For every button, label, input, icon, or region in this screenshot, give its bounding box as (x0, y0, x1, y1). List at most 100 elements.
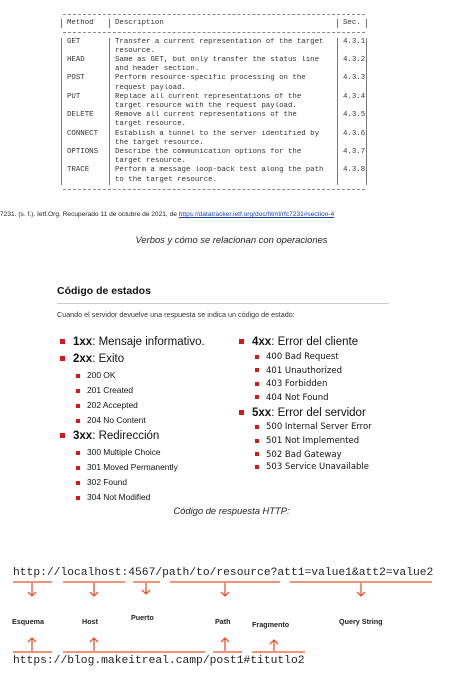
status-group-code: 3xx (73, 430, 93, 442)
status-group-label: : Mensaje informativo. (92, 336, 205, 348)
cell-sec: 4.3.7 (337, 148, 367, 158)
status-code-item: 501 Not Implemented (239, 435, 406, 449)
cell-sec (337, 157, 367, 167)
status-code-text: 301 Moved Permanently (87, 462, 178, 472)
cell-description: Transfer a current representation of the… (109, 37, 337, 47)
cell-method: DELETE (61, 111, 109, 121)
table-border-top (61, 10, 367, 19)
cell-method: POST (61, 74, 109, 84)
status-code-item: 502 Bad Gateway (239, 449, 406, 463)
slide-divider (57, 303, 389, 304)
arrow-scheme-up (27, 637, 37, 651)
status-group-label: : Error del servidor (271, 407, 366, 419)
table-row: target resource. (61, 157, 367, 167)
status-code-text: 304 Not Modified (87, 492, 151, 502)
slide-subtitle: Cuando el servidor devuelve una respuest… (57, 310, 295, 319)
label-scheme: Esquema (12, 617, 44, 626)
status-group: 5xx: Error del servidor (239, 405, 406, 422)
cell-method (61, 102, 109, 112)
arrow-path-up (220, 637, 230, 651)
cell-sec (337, 175, 367, 185)
cell-method (61, 83, 109, 93)
status-code-text: 502 Bad Gateway (266, 449, 342, 460)
cell-method: CONNECT (61, 129, 109, 139)
cell-method (61, 65, 109, 75)
slide-title: Código de estados (57, 285, 151, 297)
status-code-item: 304 Not Modified (60, 490, 205, 505)
bullet-square-icon (76, 480, 80, 485)
status-group: 1xx: Mensaje informativo. (60, 334, 205, 351)
cell-method: OPTIONS (61, 148, 109, 158)
status-code-text: 500 Internal Server Error (266, 422, 372, 432)
http-methods-table: Method Description Sec. GET Transfer a cu… (61, 10, 367, 194)
cell-method: PUT (61, 92, 109, 102)
table-header-row: Method Description Sec. (61, 19, 367, 29)
bullet-square-icon (255, 452, 259, 456)
status-code-item: 404 Not Found (239, 392, 406, 406)
cell-description: Replace all current representations of t… (109, 92, 337, 102)
table-row: and header section. (61, 65, 367, 75)
cell-method (61, 175, 109, 185)
bullet-square-icon (239, 410, 244, 416)
status-code-item: 400 Bad Request (239, 351, 406, 365)
status-code-item: 302 Found (60, 475, 205, 490)
table-row: POST Perform resource-specific processing… (61, 74, 367, 84)
status-code-item: 500 Internal Server Error (239, 422, 406, 432)
table-row: HEAD Same as GET, but only transfer the s… (61, 55, 367, 66)
status-code-item: 200 OK (60, 368, 205, 383)
cell-sec (337, 65, 367, 75)
status-code-text: 403 Forbidden (266, 379, 328, 389)
url-example-bottom: https://blog.makeitreal.camp/post1#titut… (13, 655, 305, 667)
cell-description: target resource. (109, 157, 337, 167)
cell-method (61, 138, 109, 149)
table-row: DELETE Remove all current representations… (61, 111, 367, 121)
cell-description: Perform resource-specific processing on … (109, 74, 337, 84)
bullet-square-icon (239, 339, 244, 345)
bullet-square-icon (255, 464, 259, 469)
status-code-text: 404 Not Found (266, 392, 329, 403)
table-row: PUT Replace all current representations o… (61, 92, 367, 102)
arrow-fragment-up (269, 639, 279, 651)
cell-sec: 4.3.8 (337, 166, 367, 176)
bullet-square-icon (76, 373, 80, 378)
caption-methods: Verbos y cómo se relacionan con operacio… (135, 234, 328, 245)
cell-method (61, 120, 109, 130)
table-row: CONNECT Establish a tunnel to the server … (61, 129, 367, 139)
label-host: Host (82, 617, 98, 626)
status-code-text: 300 Multiple Choice (87, 447, 161, 457)
cell-sec (337, 120, 367, 130)
status-code-item: 204 No Content (60, 413, 205, 428)
citation-link[interactable]: https://datatracker.ietf.org/doc/html/rf… (179, 211, 334, 218)
status-group-code: 1xx (73, 336, 93, 348)
status-code-item: 202 Accepted (60, 398, 205, 413)
cell-method: GET (61, 37, 109, 47)
status-code-item: 301 Moved Permanently (60, 460, 205, 475)
status-code-text: 302 Found (87, 477, 128, 487)
cell-sec: 4.3.5 (337, 111, 367, 121)
cell-description: to the target resource. (109, 175, 337, 185)
label-fragment: Fragmento (252, 620, 290, 629)
label-path: Path (215, 617, 231, 626)
status-column-left: 1xx: Mensaje informativo. 2xx: Exito 200 O… (60, 334, 205, 505)
cell-sec: 4.3.2 (337, 55, 367, 66)
status-group: 4xx: Error del cliente (239, 334, 406, 351)
status-code-item: 403 Forbidden (239, 378, 406, 392)
cell-description: Same as GET, but only transfer the statu… (109, 55, 337, 66)
cell-description: resource. (109, 46, 337, 56)
cell-description: Perform a message loop-back test along t… (109, 166, 337, 176)
table-border-bottom (61, 185, 367, 194)
status-group: 2xx: Exito (60, 351, 205, 368)
bullet-square-icon (76, 388, 80, 393)
bullet-square-icon (255, 424, 259, 429)
status-group-code: 2xx (73, 353, 93, 365)
arrow-scheme-down (27, 583, 37, 597)
cell-method (61, 46, 109, 56)
table-row: OPTIONS Describe the communication option… (61, 148, 367, 158)
status-group-label: : Redirección (92, 430, 160, 442)
status-code-text: 202 Accepted (87, 400, 138, 410)
status-code-text: 400 Bad Request (266, 352, 339, 362)
header-description: Description (109, 19, 337, 29)
cell-method: HEAD (61, 55, 109, 66)
bullet-square-icon (255, 438, 259, 443)
cell-sec: 4.3.4 (337, 92, 367, 102)
